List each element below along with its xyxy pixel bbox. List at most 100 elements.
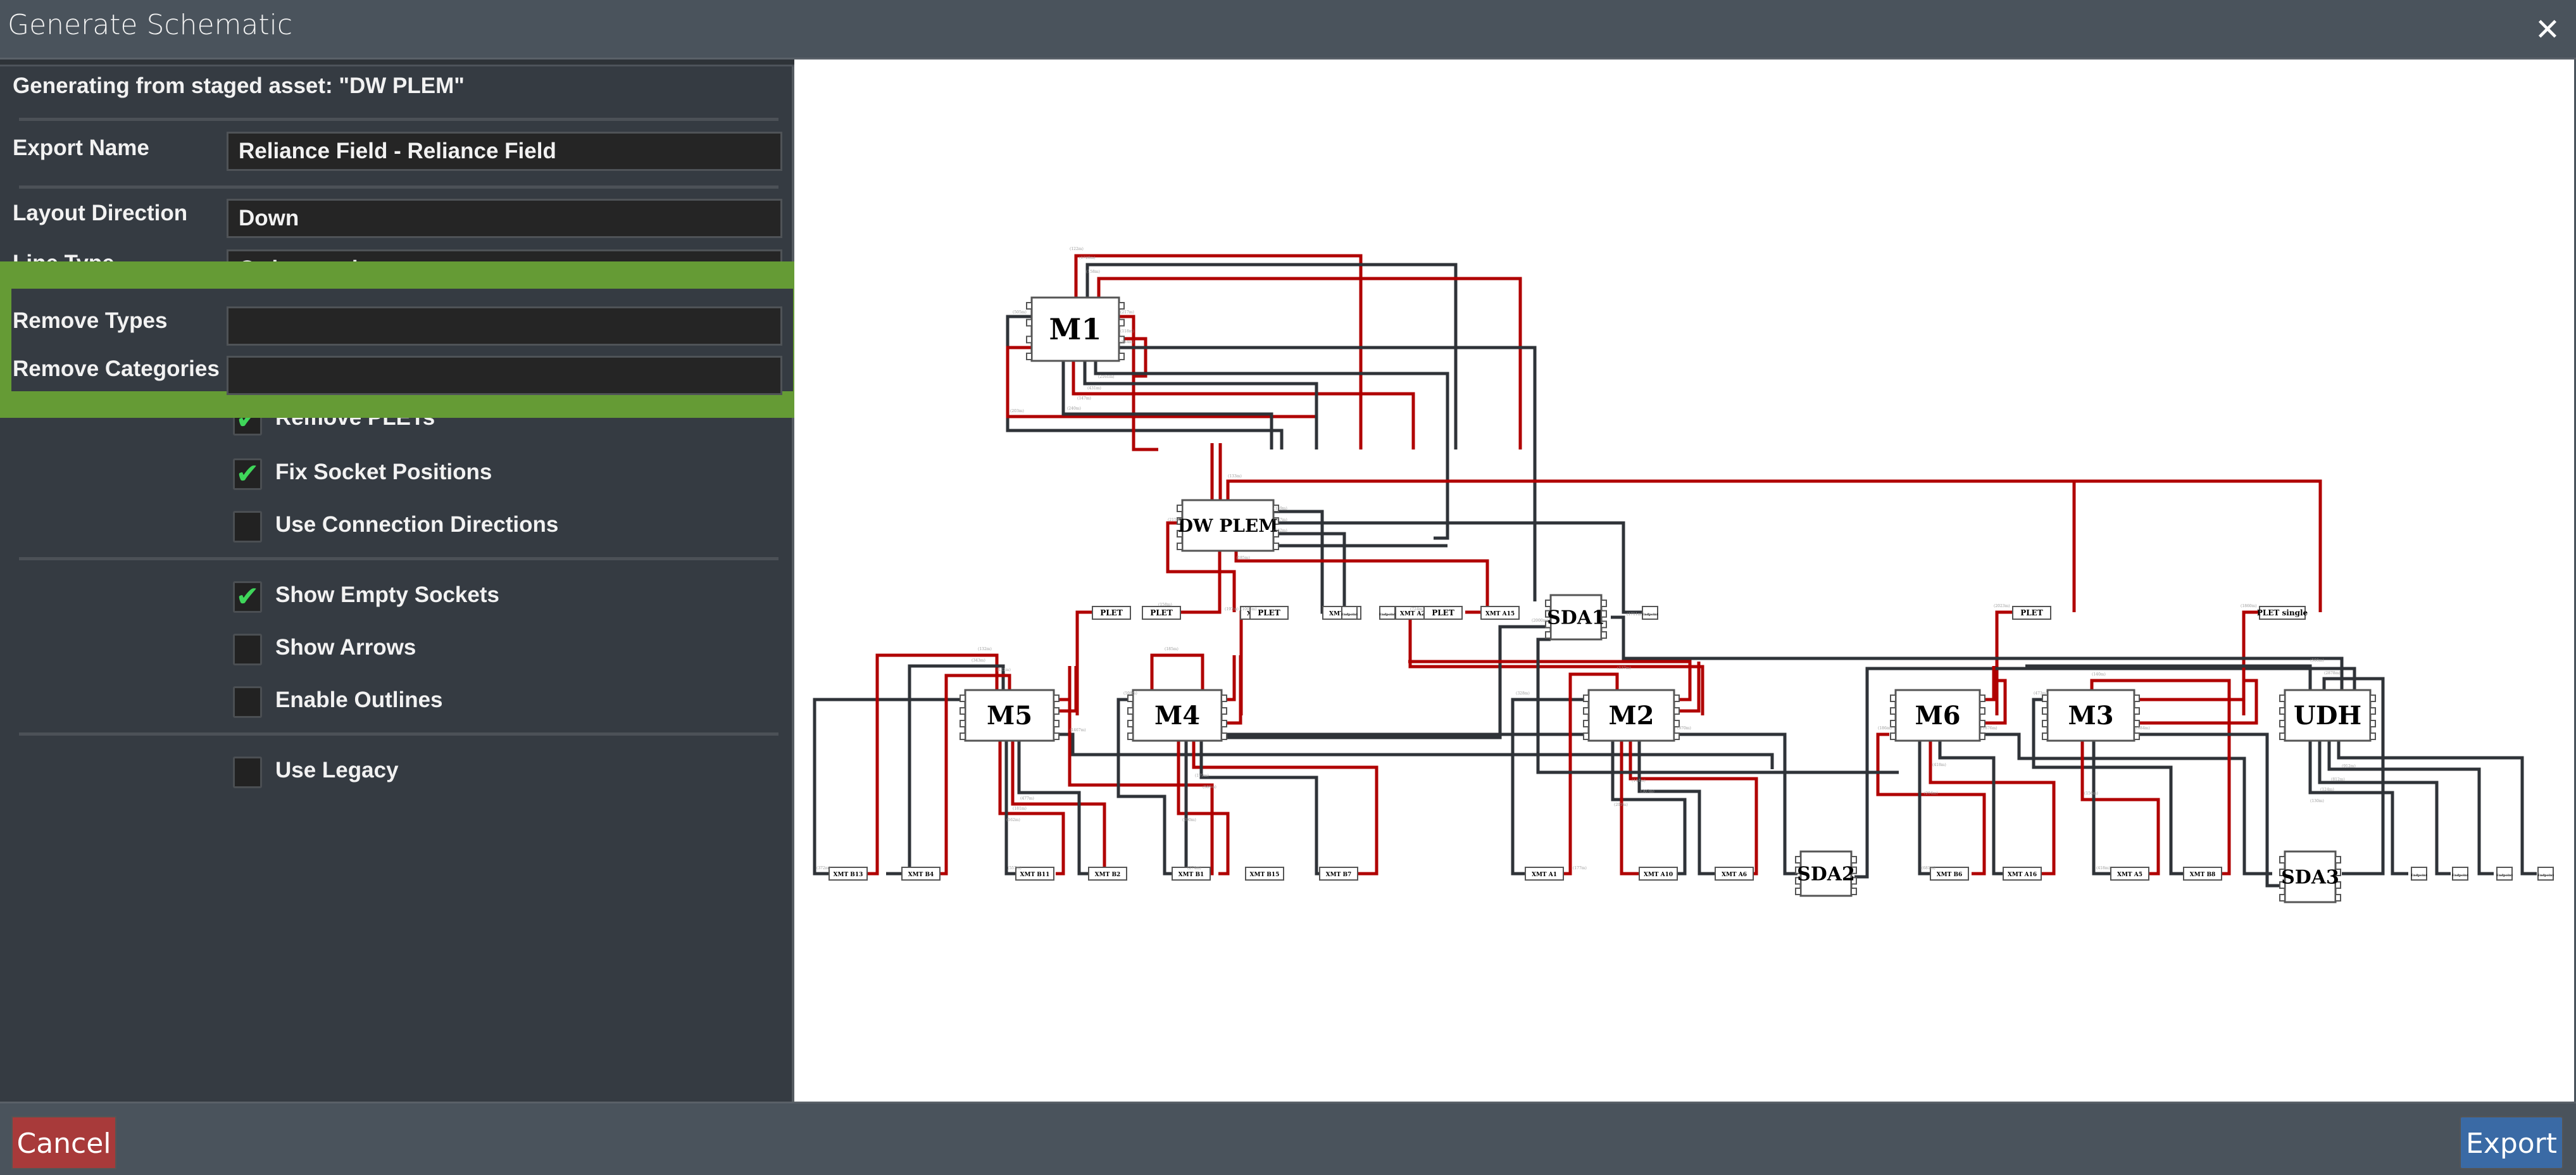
export-button[interactable]: Export [2460,1116,2563,1169]
hub-node-label: SDA1 [1547,607,1605,629]
cable-length-label: (812m) [2331,777,2345,782]
hub-node-label: SDA2 [1797,864,1855,886]
connection-line-dark [1222,690,1610,736]
checkbox-label: Use Legacy [275,758,399,782]
connection-line-red [1629,741,1758,876]
cable-length-label: (177m) [1573,866,1587,870]
socket-icon [1979,707,1985,715]
socket-icon [1118,302,1125,310]
cable-length-label: (181m) [1013,807,1027,811]
equipment-node-label: Endpoint [1379,613,1396,617]
socket-icon [2279,720,2285,727]
cancel-button[interactable]: Cancel [11,1116,116,1169]
connection-line-dark [1199,741,1326,876]
connection-line-red [1234,551,1489,614]
equipment-node-label: XMT B2 [1095,872,1121,878]
divider [19,185,778,189]
checkbox-box[interactable] [233,634,262,665]
equipment-node-label: XMT B8 [2190,872,2216,878]
remove-types-label: Remove Types [13,308,168,333]
schematic-preview[interactable]: M1 DW PLEM SDA1 M5 M4 M2 SDA2 M6 M3 UDH SDA3 PLET XM… [794,60,2574,1102]
remove-categories-input[interactable] [227,356,782,395]
socket-icon [1890,694,1896,702]
cable-length-label: (1467m) [1070,728,1086,732]
cable-length-label: (307m) [1641,789,1654,794]
socket-icon [1177,505,1183,512]
connection-line-dark [2327,741,2494,876]
socket-icon [2134,732,2140,740]
equipment-node-label: PLET single [2257,608,2308,617]
connection-line-dark [813,698,965,876]
connection-line-red [998,741,1065,876]
checkbox-box[interactable] [233,686,262,718]
connection-line-red [2134,666,2246,701]
connection-line-red [2134,679,2258,725]
socket-icon [1026,353,1032,360]
footer-bar: Cancel Export [0,1102,2576,1175]
socket-icon [1545,600,1551,607]
cable-length-label: (912m) [2342,764,2356,769]
checkbox-box[interactable] [233,511,262,543]
cable-length-label: (473m) [2034,691,2048,696]
layout-direction-select[interactable]: Down [227,199,782,238]
cable-length-label: (185m) [1236,556,1250,560]
equipment-node-label: XMT A1 [1532,872,1557,878]
settings-panel: Generating from staged asset: "DW PLEM" … [0,60,794,1102]
cable-length-label: (343m) [972,658,985,663]
socket-icon [1583,707,1589,715]
equipment-node-label: Endpoint [2537,874,2554,877]
connection-line-dark [1119,346,1537,601]
checkbox-box[interactable] [233,757,262,788]
socket-icon [1851,856,1857,864]
cable-length-label: (537m) [1273,518,1287,522]
socket-icon [960,720,966,727]
equipment-node-label: PLET [1258,608,1280,617]
cable-length-label: (970m) [1677,726,1691,731]
socket-icon [960,707,966,715]
cable-length-label: (144m) [1632,779,1646,783]
cable-length-label: (122m) [1070,247,1084,251]
equipment-node-label: XMT A15 [1485,611,1515,617]
cable-length-label: (1008m) [1241,607,1257,612]
socket-icon [2370,694,2376,702]
connection-line-dark [1017,741,1098,876]
source-asset-text: Generating from staged asset: "DW PLEM" [13,73,465,98]
checkbox-label: Enable Outlines [275,688,443,712]
connection-line-dark [1918,741,1930,876]
divider [19,557,778,560]
equipment-node-label: Endpoint [2452,874,2468,877]
socket-icon [1127,707,1134,715]
remove-types-input[interactable] [227,306,782,346]
equipment-node-label: XMT B6 [1937,872,1963,878]
cable-length-label: (124m) [2320,788,2334,792]
equipment-node-label: XMT A5 [2117,872,2142,878]
cable-length-label: (121m) [997,668,1011,672]
cable-length-label: (162m) [1006,818,1020,822]
cable-length-label: (418m) [1932,763,1946,767]
socket-icon [2279,707,2285,715]
checkbox-box[interactable]: ✔ [233,458,262,490]
export-name-input[interactable]: Reliance Field - Reliance Field [227,132,782,171]
socket-icon [2370,732,2376,740]
socket-icon [1221,707,1227,715]
cable-length-label: (2000m) [1532,619,1548,623]
cable-length-label: (200m) [1182,818,1196,822]
equipment-node-label: PLET [1100,608,1123,617]
socket-icon [1221,732,1227,740]
cable-length-label: (508m) [2310,658,2324,663]
remove-categories-label: Remove Categories [13,356,220,381]
socket-icon [2134,707,2140,715]
checkbox-label: Show Empty Sockets [275,582,499,607]
socket-icon [2335,894,2341,902]
cable-length-label: (197m) [1225,607,1239,612]
equipment-node-label: XMT B4 [908,872,934,878]
equipment-node-label: PLET [1150,608,1173,617]
socket-icon [960,694,966,702]
close-icon[interactable]: ✕ [2533,15,2562,45]
title-bar: Generate Schematic ✕ [0,0,2576,60]
socket-icon [1177,543,1183,550]
cable-length-label: (139m) [1273,506,1287,511]
socket-icon [1795,888,1801,895]
socket-icon [1221,694,1227,702]
checkbox-box[interactable]: ✔ [233,581,262,613]
